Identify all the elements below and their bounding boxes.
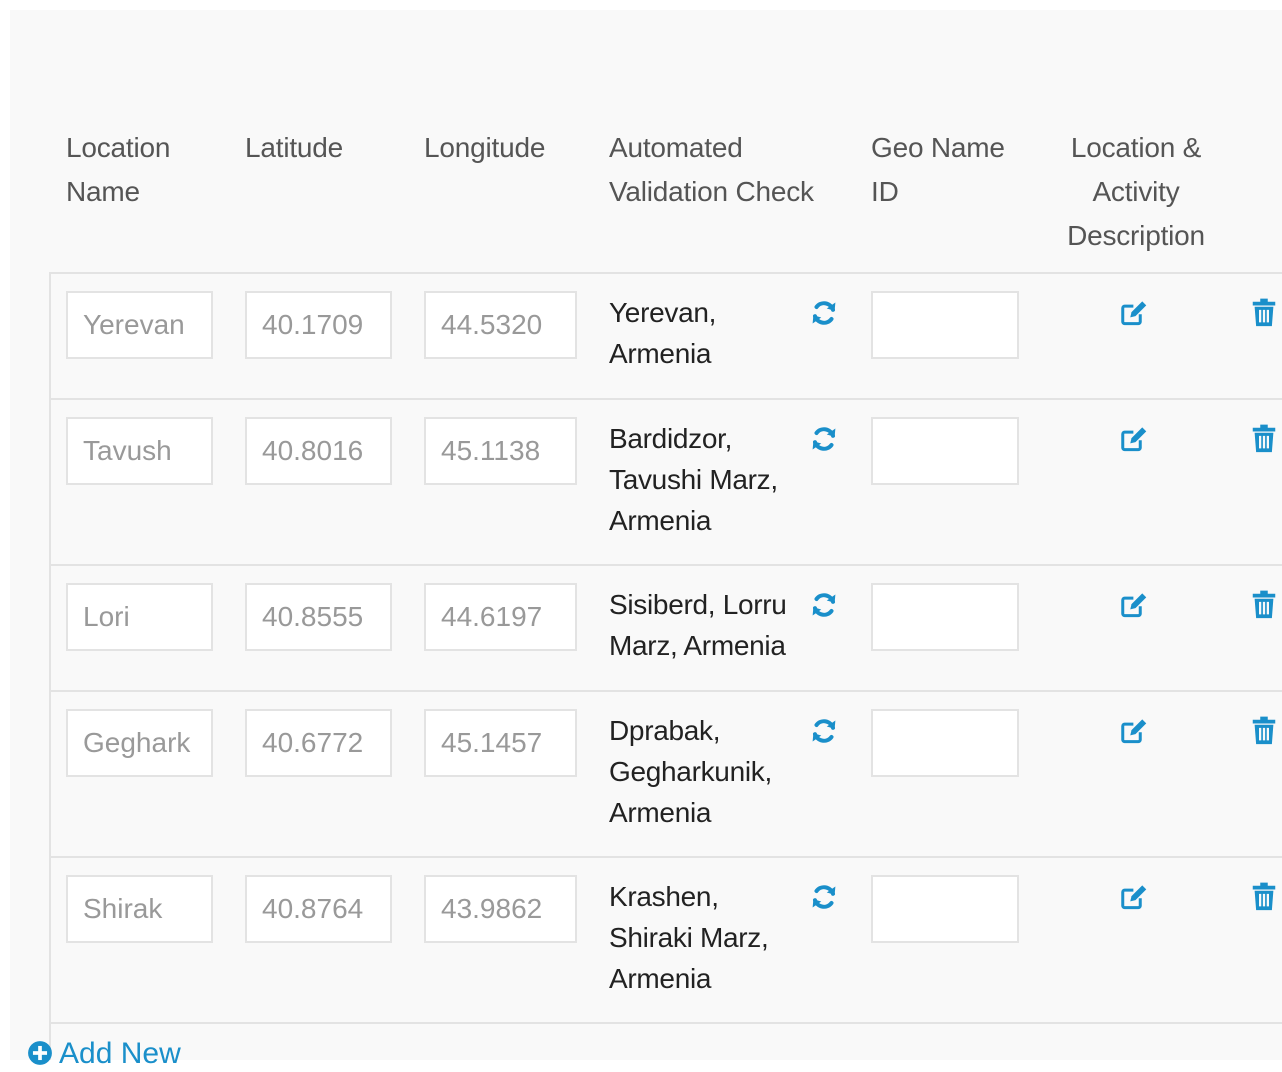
latitude-input[interactable]: 40.8555 — [245, 583, 392, 651]
refresh-icon[interactable] — [809, 424, 839, 454]
page: Location Name Latitude Longitude Automate… — [10, 10, 1282, 1060]
validation-result: Yerevan, Armenia — [609, 297, 717, 369]
add-new-button[interactable]: Add New — [27, 1036, 181, 1070]
table-row: Shirak 40.8764 43.9862 Krashen, Shiraki M… — [49, 858, 1282, 1024]
edit-icon[interactable] — [1119, 298, 1149, 328]
header-description: Location & Activity Description — [1067, 132, 1205, 251]
table-row: Yerevan 40.1709 44.5320 Yerevan, Armenia — [49, 274, 1282, 400]
trash-icon[interactable] — [1251, 590, 1277, 620]
header-location-name: Location Name — [66, 132, 171, 207]
trash-icon[interactable] — [1251, 424, 1277, 454]
edit-icon[interactable] — [1119, 590, 1149, 620]
longitude-input[interactable]: 45.1138 — [424, 417, 577, 485]
table-header-row: Location Name Latitude Longitude Automate… — [49, 10, 1282, 274]
validation-result: Krashen, Shiraki Marz, Armenia — [609, 881, 769, 994]
refresh-icon[interactable] — [809, 882, 839, 912]
plus-circle-icon — [28, 1041, 52, 1065]
location-name-input[interactable]: Lori — [66, 583, 213, 651]
edit-icon[interactable] — [1119, 882, 1149, 912]
header-latitude: Latitude — [245, 132, 344, 163]
header-longitude: Longitude — [424, 132, 546, 163]
header-validation-check: Automated Validation Check — [609, 132, 814, 207]
edit-icon[interactable] — [1119, 424, 1149, 454]
longitude-input[interactable]: 44.5320 — [424, 291, 577, 359]
geo-name-id-input[interactable] — [871, 709, 1019, 777]
refresh-icon[interactable] — [809, 590, 839, 620]
validation-result: Dprabak, Gegharkunik, Armenia — [609, 715, 772, 828]
latitude-input[interactable]: 40.8016 — [245, 417, 392, 485]
location-name-input[interactable]: Yerevan — [66, 291, 213, 359]
refresh-icon[interactable] — [809, 716, 839, 746]
location-name-input[interactable]: Geghark — [66, 709, 213, 777]
longitude-input[interactable]: 44.6197 — [424, 583, 577, 651]
longitude-input[interactable]: 45.1457 — [424, 709, 577, 777]
header-geo-name-id: Geo Name ID — [871, 132, 1005, 207]
trash-icon[interactable] — [1251, 298, 1277, 328]
refresh-icon[interactable] — [809, 298, 839, 328]
validation-result: Bardidzor, Tavushi Marz, Armenia — [609, 423, 778, 536]
edit-icon[interactable] — [1119, 716, 1149, 746]
geo-name-id-input[interactable] — [871, 875, 1019, 943]
latitude-input[interactable]: 40.6772 — [245, 709, 392, 777]
table-row: Tavush 40.8016 45.1138 Bardidzor, Tavushi… — [49, 400, 1282, 566]
location-name-input[interactable]: Shirak — [66, 875, 213, 943]
longitude-input[interactable]: 43.9862 — [424, 875, 577, 943]
location-name-input[interactable]: Tavush — [66, 417, 213, 485]
trash-icon[interactable] — [1251, 716, 1277, 746]
validation-result: Sisiberd, Lorru Marz, Armenia — [609, 589, 787, 661]
latitude-input[interactable]: 40.8764 — [245, 875, 392, 943]
latitude-input[interactable]: 40.1709 — [245, 291, 392, 359]
geo-name-id-input[interactable] — [871, 291, 1019, 359]
add-new-label: Add New — [59, 1037, 181, 1070]
geo-name-id-input[interactable] — [871, 583, 1019, 651]
geo-name-id-input[interactable] — [871, 417, 1019, 485]
locations-table: Location Name Latitude Longitude Automate… — [49, 10, 1282, 1060]
table-row: Geghark 40.6772 45.1457 Dprabak, Gegharku… — [49, 692, 1282, 858]
table-row: Lori 40.8555 44.6197 Sisiberd, Lorru Marz… — [49, 566, 1282, 692]
trash-icon[interactable] — [1251, 882, 1277, 912]
